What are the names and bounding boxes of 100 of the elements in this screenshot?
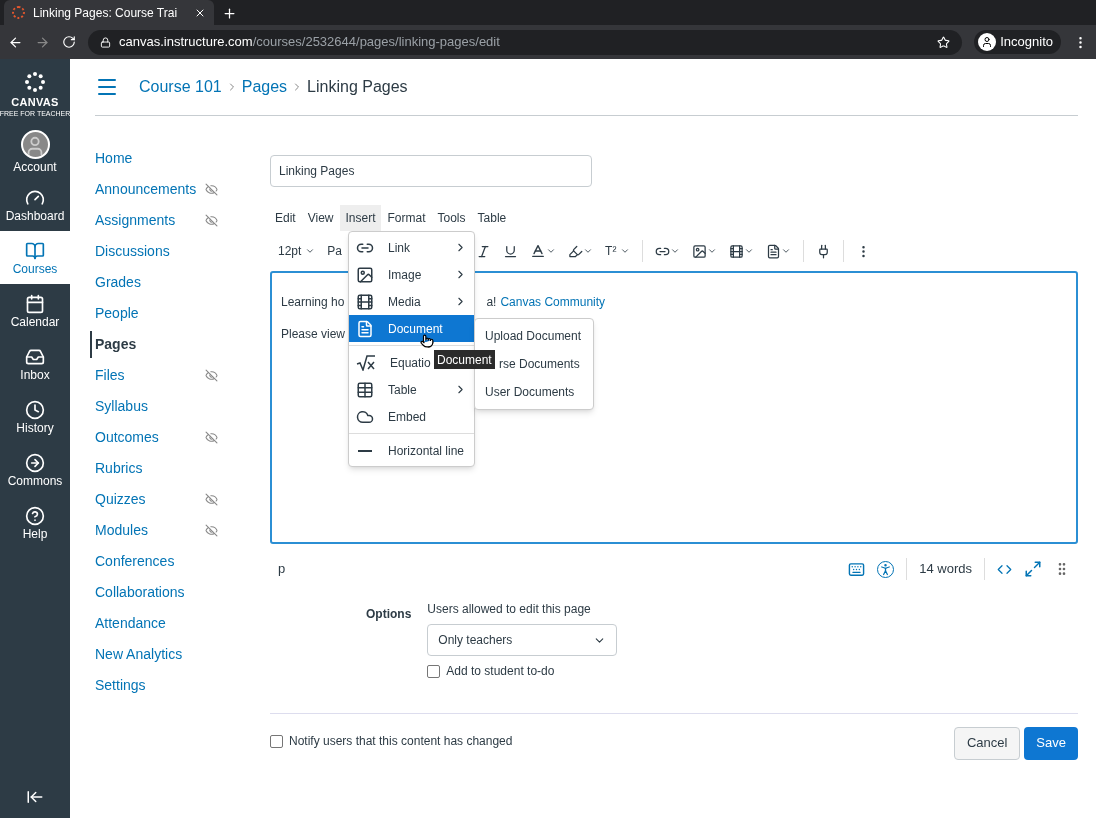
- save-button[interactable]: Save: [1024, 726, 1078, 760]
- global-nav-item[interactable]: Calendar: [0, 284, 70, 337]
- course-nav-link[interactable]: Collaborations: [95, 582, 185, 603]
- menu-item-label: Media: [388, 293, 421, 311]
- submenu-item[interactable]: User Documents: [475, 378, 593, 406]
- underline-icon[interactable]: [503, 243, 519, 259]
- superscript-dropdown[interactable]: T²: [605, 242, 631, 260]
- course-nav-link[interactable]: Modules: [95, 520, 148, 541]
- text-color-dropdown[interactable]: [530, 243, 557, 259]
- pointer-cursor-icon: [420, 334, 434, 348]
- caret-icon: [670, 246, 681, 256]
- nav-label: Inbox: [20, 368, 50, 381]
- course-nav-link[interactable]: Grades: [95, 272, 141, 293]
- image-dropdown[interactable]: [692, 243, 718, 259]
- media-dropdown[interactable]: [729, 243, 755, 259]
- menubar-item[interactable]: Format: [382, 205, 431, 231]
- font-size-dropdown[interactable]: 12pt: [278, 242, 316, 260]
- fullscreen-icon[interactable]: [1024, 560, 1042, 578]
- reload-icon[interactable]: [62, 35, 76, 49]
- caret-icon: [781, 246, 792, 256]
- course-nav-link[interactable]: Home: [95, 148, 133, 169]
- menu-item[interactable]: Table: [349, 376, 474, 403]
- browser-tab[interactable]: Linking Pages: Course Trai: [4, 0, 214, 25]
- star-icon[interactable]: [937, 35, 951, 49]
- menubar-item[interactable]: Edit: [270, 205, 301, 231]
- nav-label: Account: [13, 161, 57, 173]
- nav-label: Courses: [12, 262, 58, 275]
- global-nav-item[interactable]: Courses: [0, 231, 70, 284]
- hr-icon: [358, 449, 372, 452]
- menu-item-label: Equatio: [390, 354, 431, 372]
- global-nav-item[interactable]: Inbox: [0, 337, 70, 390]
- title-field[interactable]: Linking Pages: [270, 155, 592, 187]
- tooltip: Document: [434, 350, 495, 369]
- course-nav-link[interactable]: Attendance: [95, 613, 166, 634]
- course-nav-link[interactable]: New Analytics: [95, 644, 183, 665]
- course-nav-link[interactable]: People: [95, 303, 139, 324]
- tab-title: Linking Pages: Course Trai: [33, 4, 179, 22]
- course-nav-link[interactable]: Outcomes: [95, 427, 159, 448]
- edit-permission-select[interactable]: Only teachers: [427, 624, 618, 656]
- caret-icon: [546, 246, 557, 256]
- menu-item[interactable]: Media: [349, 288, 474, 315]
- menu-item[interactable]: Link: [349, 234, 474, 261]
- highlighter-icon: [568, 243, 584, 259]
- caret-icon: [744, 246, 755, 256]
- forward-icon[interactable]: [35, 34, 50, 50]
- back-icon[interactable]: [8, 34, 23, 50]
- course-nav-link[interactable]: Quizzes: [95, 489, 146, 510]
- todo-checkbox[interactable]: [427, 664, 441, 678]
- menu-item[interactable]: Horizontal line: [349, 433, 474, 464]
- new-tab-icon[interactable]: [222, 6, 237, 21]
- paragraph-text: a!: [486, 294, 497, 311]
- avatar-icon: [20, 130, 50, 159]
- menubar-item[interactable]: Tools: [432, 205, 471, 231]
- submenu-item[interactable]: Upload Document: [475, 322, 593, 350]
- document-icon: [356, 319, 374, 338]
- course-nav-link[interactable]: Files: [95, 365, 125, 386]
- global-nav-item[interactable]: Commons: [0, 443, 70, 496]
- menu-item[interactable]: Embed: [349, 403, 474, 430]
- menubar-item[interactable]: Insert: [340, 205, 381, 231]
- image-icon: [356, 265, 374, 284]
- options-label: Options: [366, 606, 412, 623]
- profile-label: Incognito: [1000, 33, 1053, 52]
- menu-item-label: Link: [388, 239, 410, 257]
- incognito-badge[interactable]: Incognito: [974, 30, 1061, 54]
- course-nav-link[interactable]: Syllabus: [95, 396, 148, 417]
- block-format-dropdown[interactable]: Pa: [327, 242, 343, 260]
- global-nav-item[interactable]: Help: [0, 496, 70, 549]
- nav-label: Dashboard: [5, 209, 65, 222]
- course-nav-link[interactable]: Rubrics: [95, 458, 143, 479]
- breadcrumb-link[interactable]: Course 101: [139, 75, 222, 99]
- logo-text: CANVAS: [11, 97, 59, 108]
- nav-label: Help: [22, 527, 48, 540]
- course-nav-link[interactable]: Announcements: [95, 179, 197, 200]
- course-nav-link[interactable]: Discussions: [95, 241, 170, 262]
- global-nav-item[interactable]: Account: [0, 125, 70, 178]
- nav-label: Calendar: [10, 315, 60, 328]
- breadcrumb-link[interactable]: Pages: [241, 75, 288, 99]
- menubar-item[interactable]: View: [302, 205, 339, 231]
- checkbox-label: Notify users that this content has changed: [289, 733, 513, 750]
- cancel-button[interactable]: Cancel: [953, 726, 1021, 760]
- nav-label: Commons: [7, 474, 63, 487]
- global-nav-item[interactable]: History: [0, 390, 70, 443]
- collapse-icon[interactable]: [26, 788, 44, 806]
- course-nav-link[interactable]: Assignments: [95, 210, 176, 231]
- element-path[interactable]: p: [278, 559, 849, 579]
- document-dropdown[interactable]: [766, 243, 792, 259]
- caret-icon: [305, 246, 316, 256]
- keyboard-icon[interactable]: [848, 560, 866, 578]
- community-link[interactable]: Canvas Community: [500, 293, 606, 311]
- course-nav-link[interactable]: Pages: [90, 331, 137, 358]
- menu-item[interactable]: Document: [349, 315, 474, 342]
- document-icon: [766, 243, 782, 259]
- course-nav-link[interactable]: Conferences: [95, 551, 175, 572]
- italic-icon[interactable]: [476, 243, 492, 259]
- notify-checkbox[interactable]: [270, 734, 283, 748]
- address-bar[interactable]: canvas.instructure.com/courses/2532644/pages/linking-pages/edit: [88, 29, 963, 55]
- menubar-item[interactable]: Table: [472, 205, 512, 231]
- course-nav-link[interactable]: Settings: [95, 675, 146, 696]
- highlight-dropdown[interactable]: [568, 243, 594, 259]
- global-nav-item[interactable]: Dashboard: [0, 178, 70, 231]
